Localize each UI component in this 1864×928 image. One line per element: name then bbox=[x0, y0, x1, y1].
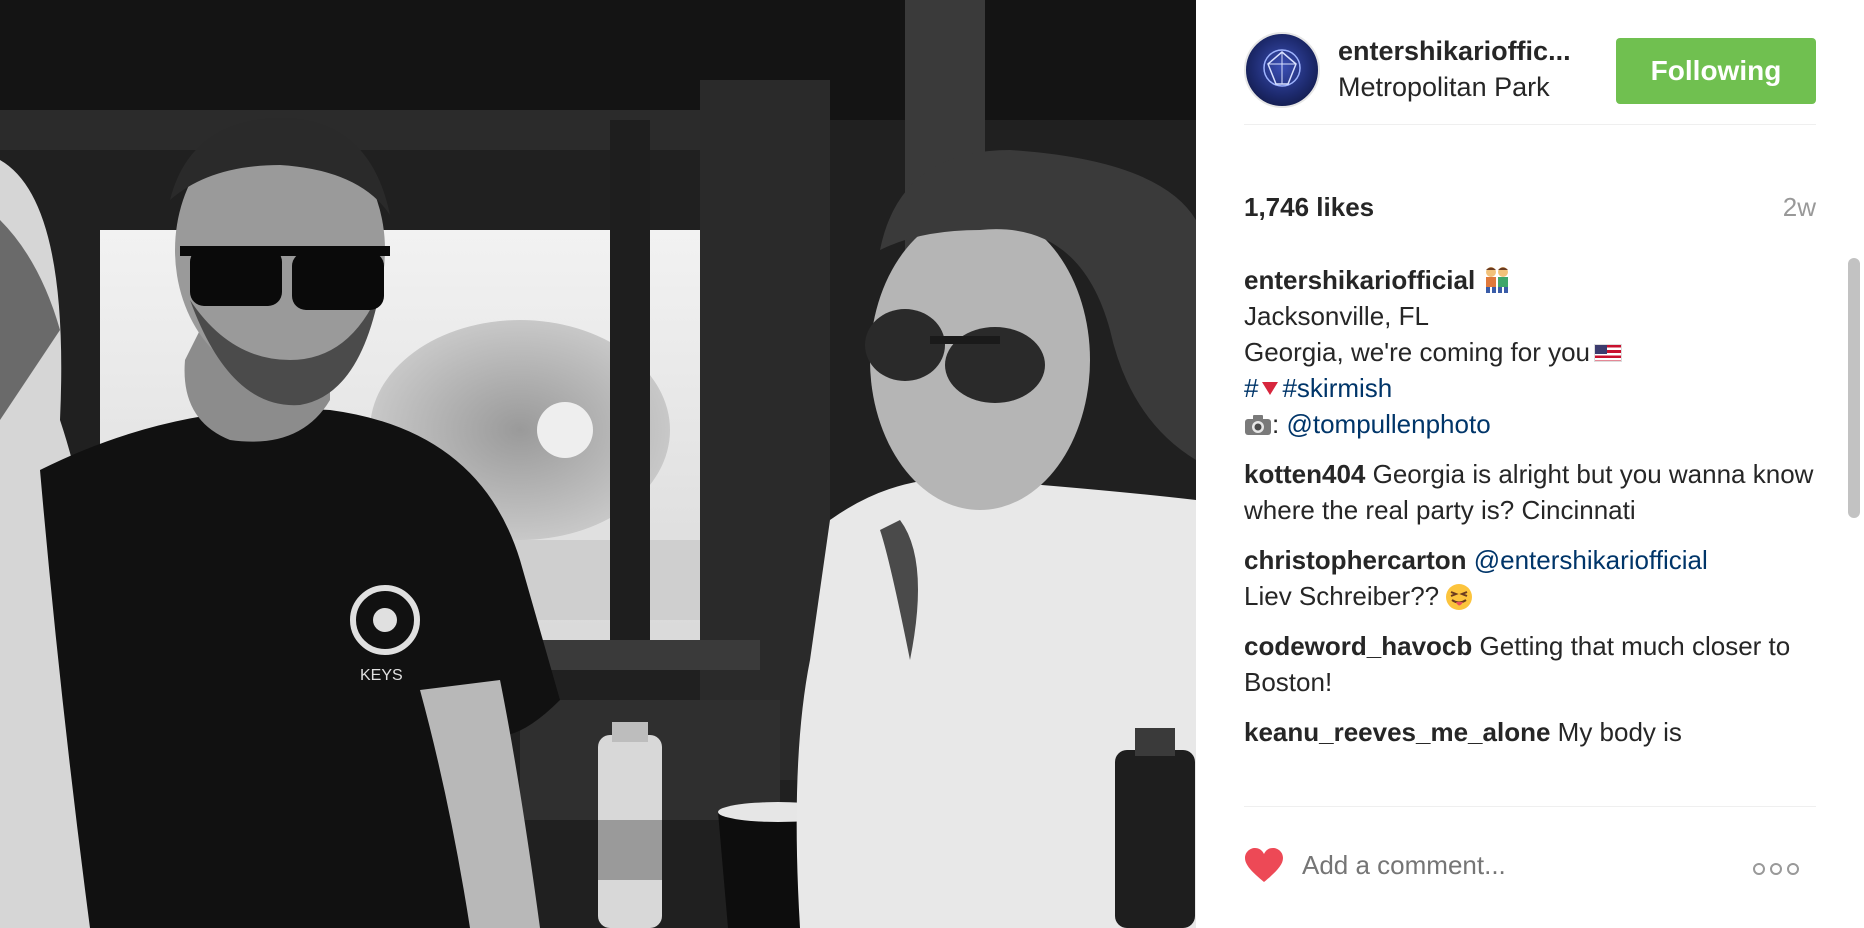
caption-hashtags: # #skirmish bbox=[1244, 370, 1816, 406]
comment-text: Liev Schreiber?? bbox=[1244, 581, 1440, 611]
caption: entershikariofficial Jacksonville, FL Ge… bbox=[1244, 262, 1816, 442]
camera-icon bbox=[1245, 415, 1271, 435]
post-timestamp[interactable]: 2w bbox=[1783, 192, 1816, 223]
hash-prefix[interactable]: # bbox=[1244, 373, 1258, 403]
comment-username[interactable]: christophercarton bbox=[1244, 545, 1467, 575]
comments-scrollbar[interactable] bbox=[1848, 258, 1860, 518]
svg-text:KEYS: KEYS bbox=[360, 667, 403, 684]
avatar-icon bbox=[1263, 49, 1301, 87]
instagram-post: KEYS entershikarioffic... Metropolitan P… bbox=[0, 0, 1864, 928]
caption-line-1: Jacksonville, FL bbox=[1244, 301, 1429, 331]
photo-illustration: KEYS bbox=[0, 0, 1196, 928]
red-triangle-icon bbox=[1262, 382, 1279, 395]
hashtag-skirmish[interactable]: #skirmish bbox=[1282, 373, 1392, 403]
likes-count[interactable]: 1,746 likes bbox=[1244, 192, 1374, 223]
caption-line-2: Georgia, we're coming for you bbox=[1244, 337, 1591, 367]
footer-divider bbox=[1244, 806, 1816, 807]
people-emoji-icon bbox=[1486, 267, 1509, 293]
comment-username[interactable]: kotten404 bbox=[1244, 459, 1365, 489]
comment-username[interactable]: codeword_havocb bbox=[1244, 631, 1472, 661]
author-username[interactable]: entershikarioffic... bbox=[1338, 36, 1571, 67]
comment-item: codeword_havocb Getting that much closer… bbox=[1244, 628, 1816, 700]
header-divider bbox=[1244, 124, 1816, 125]
comment-text: My body is bbox=[1557, 717, 1682, 747]
comments-list: entershikariofficial Jacksonville, FL Ge… bbox=[1244, 262, 1816, 802]
comment-item: kotten404 Georgia is alright but you wan… bbox=[1244, 456, 1816, 528]
heart-icon[interactable] bbox=[1244, 848, 1284, 884]
post-location[interactable]: Metropolitan Park bbox=[1338, 72, 1550, 103]
comment-item: christophercarton @entershikariofficial … bbox=[1244, 542, 1816, 614]
caption-photo-credit: : @tompullenphoto bbox=[1244, 406, 1816, 442]
comment-item: keanu_reeves_me_alone My body is bbox=[1244, 714, 1816, 750]
caption-line-2-wrap: Georgia, we're coming for you bbox=[1244, 334, 1816, 370]
more-options-icon[interactable] bbox=[1752, 862, 1800, 876]
following-button[interactable]: Following bbox=[1616, 38, 1816, 104]
comment-input[interactable] bbox=[1302, 850, 1702, 881]
post-photo[interactable]: KEYS bbox=[0, 0, 1196, 928]
comment-username[interactable]: keanu_reeves_me_alone bbox=[1244, 717, 1550, 747]
credit-separator: : bbox=[1272, 409, 1280, 439]
comment-mention[interactable]: @entershikariofficial bbox=[1474, 545, 1708, 575]
photo-credit-link[interactable]: @tompullenphoto bbox=[1286, 409, 1490, 439]
us-flag-icon bbox=[1594, 344, 1623, 362]
post-details-panel: entershikarioffic... Metropolitan Park F… bbox=[1196, 0, 1864, 928]
caption-username[interactable]: entershikariofficial bbox=[1244, 265, 1475, 295]
post-header: entershikarioffic... Metropolitan Park F… bbox=[1244, 32, 1816, 112]
tongue-emoji-icon bbox=[1446, 584, 1473, 610]
author-avatar[interactable] bbox=[1244, 32, 1320, 108]
